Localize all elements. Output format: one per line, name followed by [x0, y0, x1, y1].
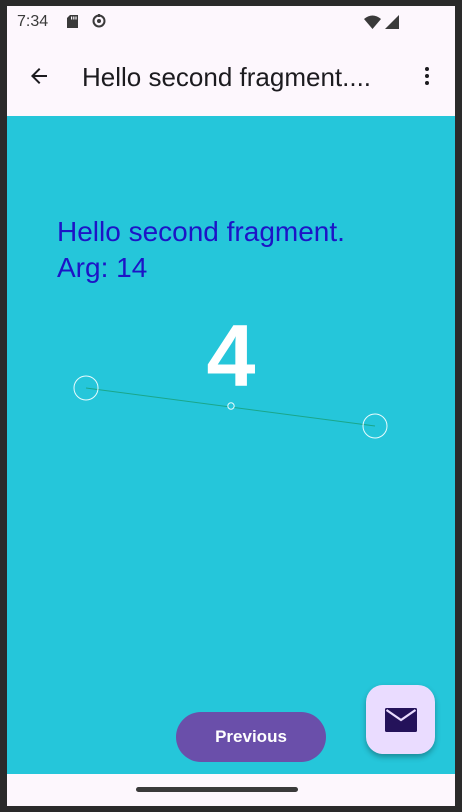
- sync-icon: [92, 14, 106, 28]
- wifi-icon: [364, 15, 381, 29]
- arrow-back-icon: [31, 68, 47, 84]
- system-nav-bar: [7, 774, 455, 806]
- fragment-content: Hello second fragment. Arg: 14 4 Previou…: [7, 116, 455, 774]
- device-screen: 7:34 Hello second fragment.... Hello sec…: [7, 6, 455, 806]
- more-vert-icon: [425, 67, 429, 85]
- status-time: 7:34: [17, 13, 49, 30]
- previous-button[interactable]: Previous: [176, 712, 326, 762]
- home-gesture-handle[interactable]: [136, 787, 298, 792]
- back-button[interactable]: [23, 60, 55, 92]
- bezier-curve-overlay: [73, 375, 388, 439]
- sd-card-icon: [67, 15, 78, 28]
- email-fab[interactable]: [366, 685, 435, 754]
- curve-handle-mid[interactable]: [227, 402, 235, 410]
- page-title: Hello second fragment....: [82, 62, 372, 92]
- status-bar: 7:34: [7, 6, 455, 38]
- overflow-menu-button[interactable]: [411, 60, 443, 92]
- email-icon: [384, 707, 417, 732]
- cell-signal-icon: [385, 15, 399, 29]
- top-app-bar: Hello second fragment....: [7, 38, 455, 116]
